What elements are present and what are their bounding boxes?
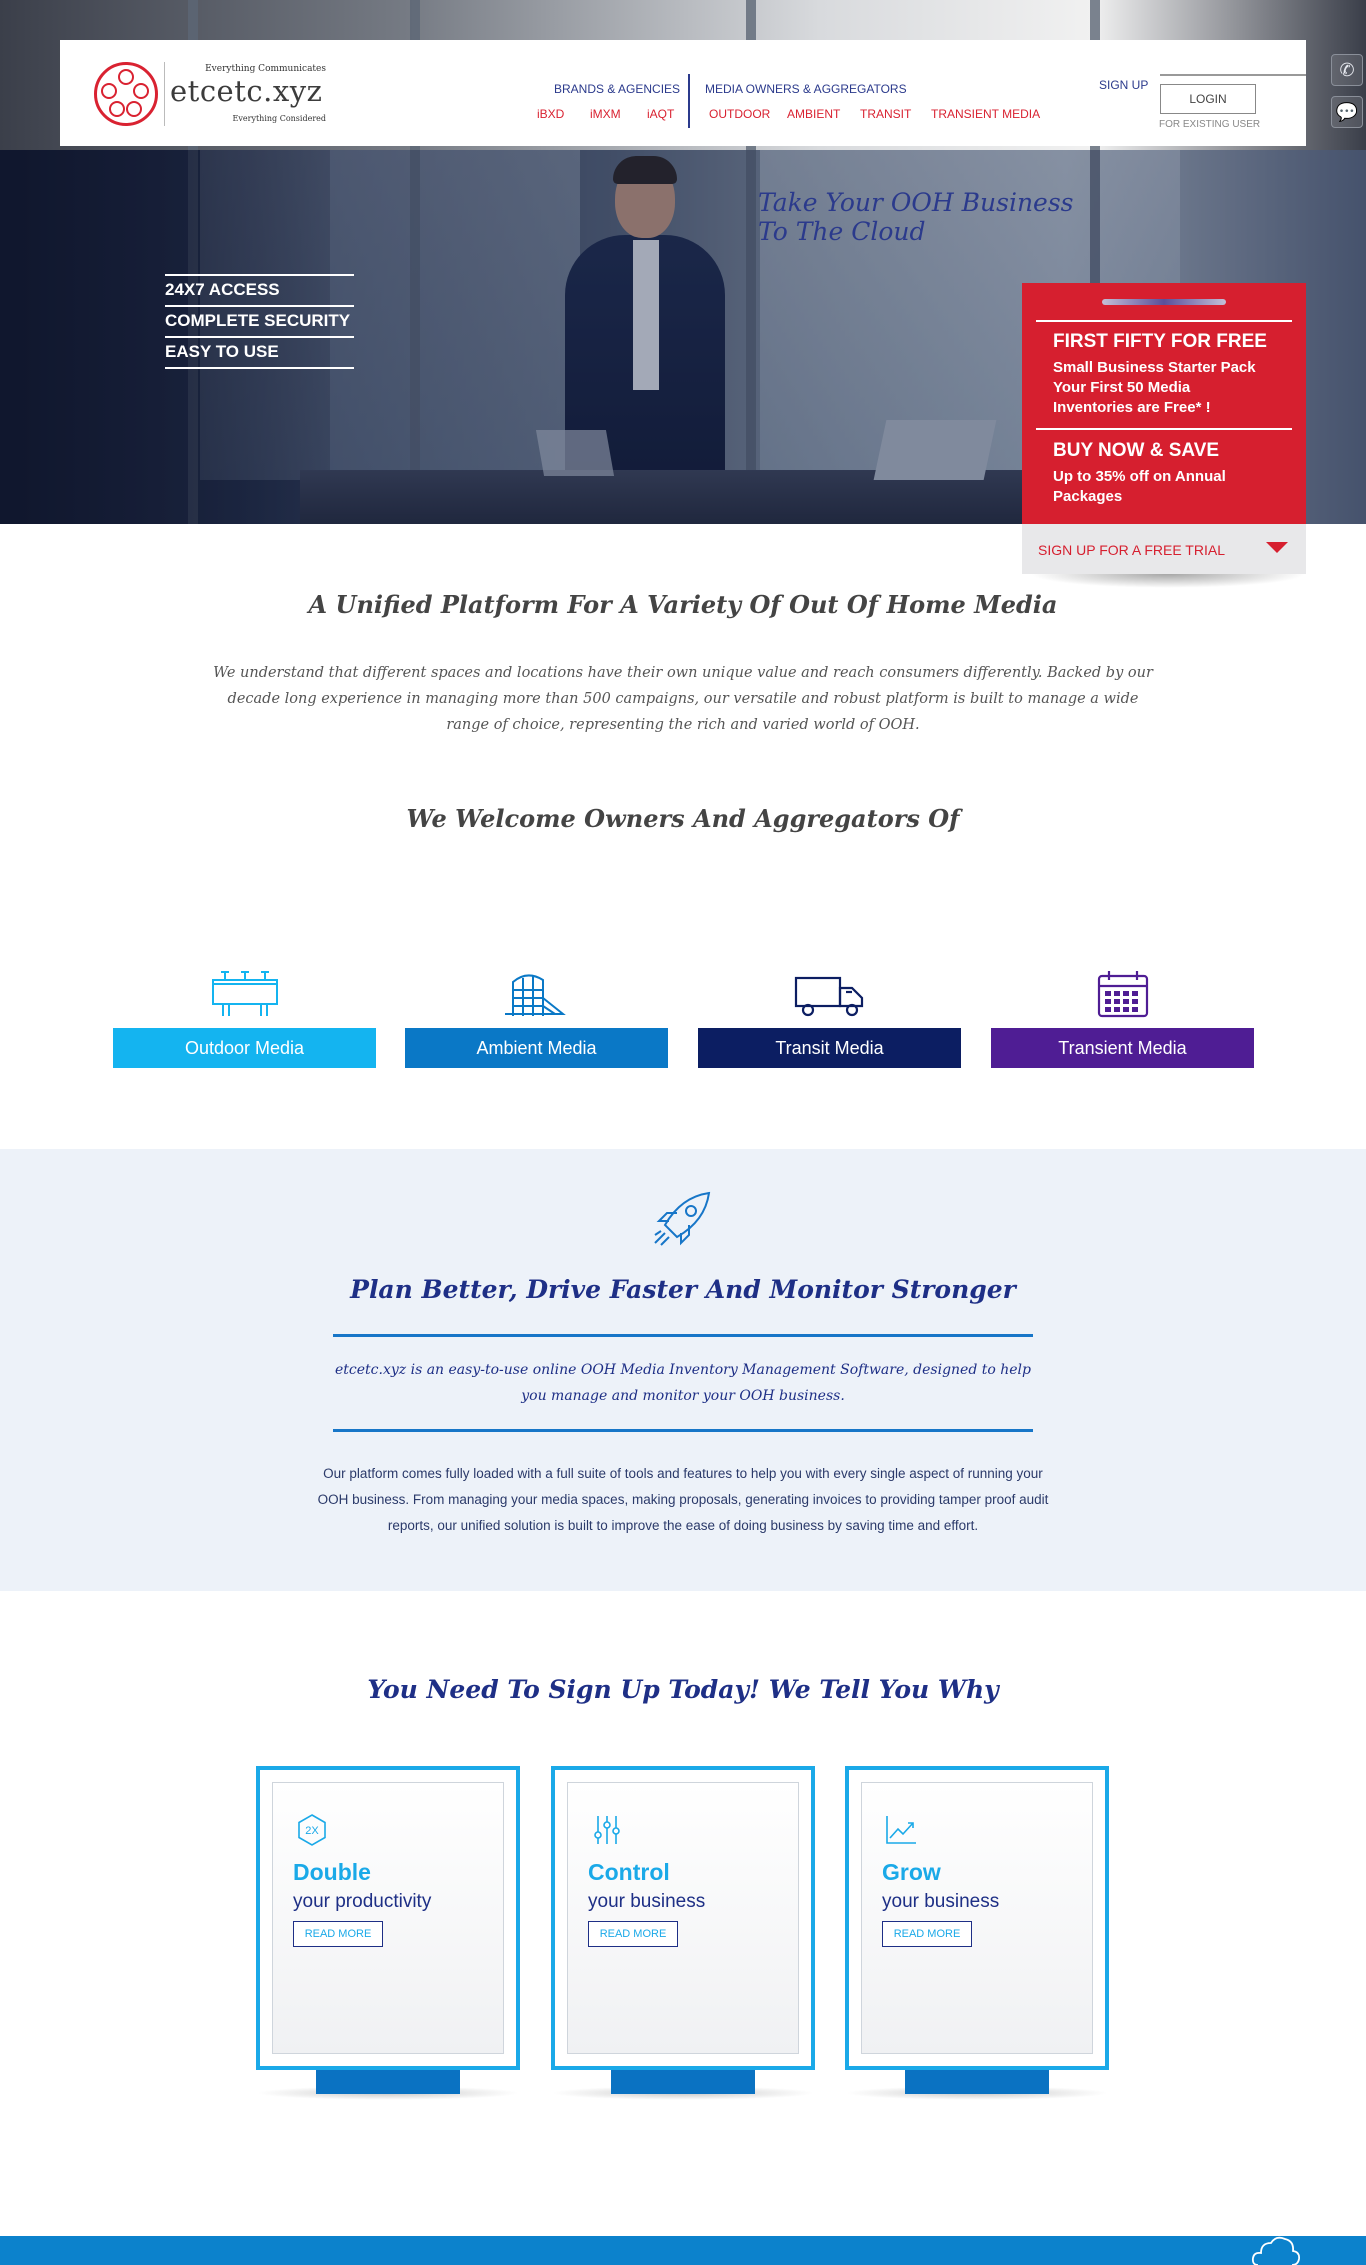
- nav-link-imxm[interactable]: iMXM: [590, 107, 621, 121]
- promo-offer2-line: Up to 35% off on Annual: [1053, 468, 1226, 485]
- footer-bar: [0, 2236, 1366, 2265]
- welcome-title: We Welcome Owners And Aggregators Of: [406, 804, 960, 833]
- logo-wordmark[interactable]: etcetc.xyz: [170, 74, 322, 108]
- nav-link-transit[interactable]: TRANSIT: [860, 107, 911, 121]
- calendar-icon: [1097, 971, 1148, 1018]
- rocket-icon: [654, 1191, 711, 1246]
- nav-link-transient-media[interactable]: TRANSIENT MEDIA: [931, 107, 1040, 121]
- hero-tagline: Take Your OOH Business To The Cloud: [758, 188, 1074, 246]
- promo-divider: [1036, 428, 1292, 430]
- read-more-button[interactable]: READ MORE: [588, 1921, 678, 1947]
- plan-rule-bottom: [333, 1429, 1033, 1432]
- promo-offer2-title: BUY NOW & SAVE: [1053, 440, 1220, 461]
- promo-offer1-text: Small Business Starter Pack Your First 5…: [1053, 358, 1256, 418]
- logo-tagline-top: Everything Communicates: [205, 64, 326, 74]
- login-button[interactable]: LOGIN: [1160, 84, 1256, 114]
- free-trial-button[interactable]: SIGN UP FOR A FREE TRIAL: [1022, 524, 1306, 574]
- why-card-double: 2X Double your productivity READ MORE: [256, 1766, 520, 2070]
- transit-media-button[interactable]: Transit Media: [698, 1028, 961, 1068]
- nav-brands-agencies[interactable]: BRANDS & AGENCIES: [554, 82, 680, 96]
- promo-handle: [1102, 299, 1226, 305]
- intro-text: We understand that different spaces and …: [213, 665, 1153, 733]
- nav-link-outdoor[interactable]: OUTDOOR: [709, 107, 770, 121]
- promo-offer2-line: Packages: [1053, 488, 1123, 505]
- signup-link[interactable]: SIGN UP: [1099, 78, 1148, 92]
- why-card-subheading: your productivity: [293, 1891, 432, 1912]
- feature-item: COMPLETE SECURITY: [165, 307, 354, 338]
- logo-icon[interactable]: [94, 62, 158, 126]
- plan-rule-top: [333, 1334, 1033, 1337]
- nav-link-iaqt[interactable]: iAQT: [647, 107, 674, 121]
- nav-link-ibxd[interactable]: iBXD: [537, 107, 564, 121]
- logo-divider: [164, 62, 165, 126]
- why-card-grow: Grow your business READ MORE: [845, 1766, 1109, 2070]
- promo-offer1-line: Inventories are Free* !: [1053, 399, 1211, 416]
- card-stand: [905, 2070, 1049, 2094]
- chevron-down-icon: [1266, 542, 1288, 553]
- why-card-control: Control your business READ MORE: [551, 1766, 815, 2070]
- why-card-panel: Control your business READ MORE: [567, 1782, 799, 2054]
- billboard-icon: [211, 971, 278, 1016]
- site-header: Everything Communicates etcetc.xyz Every…: [60, 40, 1306, 146]
- why-card-panel: 2X Double your productivity READ MORE: [272, 1782, 504, 2054]
- building-icon: [504, 974, 566, 1016]
- why-card-heading: Control: [588, 1859, 670, 1885]
- 2x-hexagon-icon: 2X: [298, 1814, 326, 1846]
- cloud-icon: [1251, 2236, 1301, 2265]
- free-trial-label: SIGN UP FOR A FREE TRIAL: [1038, 542, 1225, 558]
- intro-title: A Unified Platform For A Variety Of Out …: [308, 590, 1058, 619]
- plan-title: Plan Better, Drive Faster And Monitor St…: [350, 1275, 1016, 1304]
- why-title: You Need To Sign Up Today! We Tell You W…: [367, 1675, 999, 1704]
- why-card-subheading: your business: [588, 1891, 706, 1912]
- hero-tagline-line: To The Cloud: [758, 217, 926, 246]
- ambient-media-button[interactable]: Ambient Media: [405, 1028, 668, 1068]
- feature-item: EASY TO USE: [165, 338, 354, 369]
- growth-chart-icon: [886, 1816, 916, 1844]
- promo-offer1-line: Your First 50 Media: [1053, 379, 1191, 396]
- promo-offer2-text: Up to 35% off on Annual Packages: [1053, 467, 1226, 507]
- feature-item: 24X7 ACCESS: [165, 276, 354, 307]
- outdoor-media-button[interactable]: Outdoor Media: [113, 1028, 376, 1068]
- plan-quote: etcetc.xyz is an easy-to-use online OOH …: [335, 1362, 1031, 1404]
- why-card-heading: Double: [293, 1859, 371, 1885]
- promo-divider: [1036, 320, 1292, 322]
- promo-shadow: [1030, 574, 1306, 588]
- login-subtext: FOR EXISTING USER: [1159, 119, 1261, 130]
- hero-tagline-line: Take Your OOH Business: [758, 188, 1074, 217]
- phone-icon[interactable]: ✆: [1331, 54, 1363, 86]
- hero-features: 24X7 ACCESS COMPLETE SECURITY EASY TO US…: [165, 274, 354, 369]
- card-stand: [316, 2070, 460, 2094]
- promo-offer1-line: Small Business Starter Pack: [1053, 359, 1256, 376]
- svg-text:2X: 2X: [305, 1825, 319, 1837]
- sliders-icon: [594, 1816, 620, 1844]
- why-card-heading: Grow: [882, 1859, 941, 1885]
- read-more-button[interactable]: READ MORE: [293, 1921, 383, 1947]
- login-frame: [1160, 74, 1306, 76]
- why-card-panel: Grow your business READ MORE: [861, 1782, 1093, 2054]
- why-card-subheading: your business: [882, 1891, 1000, 1912]
- transient-media-button[interactable]: Transient Media: [991, 1028, 1254, 1068]
- nav-media-owners[interactable]: MEDIA OWNERS & AGGREGATORS: [705, 82, 907, 96]
- chat-icon[interactable]: 💬: [1331, 96, 1363, 128]
- plan-body: Our platform comes fully loaded with a f…: [317, 1466, 1049, 1533]
- logo-tagline-bottom: Everything Considered: [232, 114, 326, 123]
- nav-divider: [688, 74, 690, 128]
- promo-offer1-title: FIRST FIFTY FOR FREE: [1053, 331, 1267, 352]
- truck-icon: [794, 976, 863, 1017]
- nav-link-ambient[interactable]: AMBIENT: [787, 107, 840, 121]
- card-stand: [611, 2070, 755, 2094]
- read-more-button[interactable]: READ MORE: [882, 1921, 972, 1947]
